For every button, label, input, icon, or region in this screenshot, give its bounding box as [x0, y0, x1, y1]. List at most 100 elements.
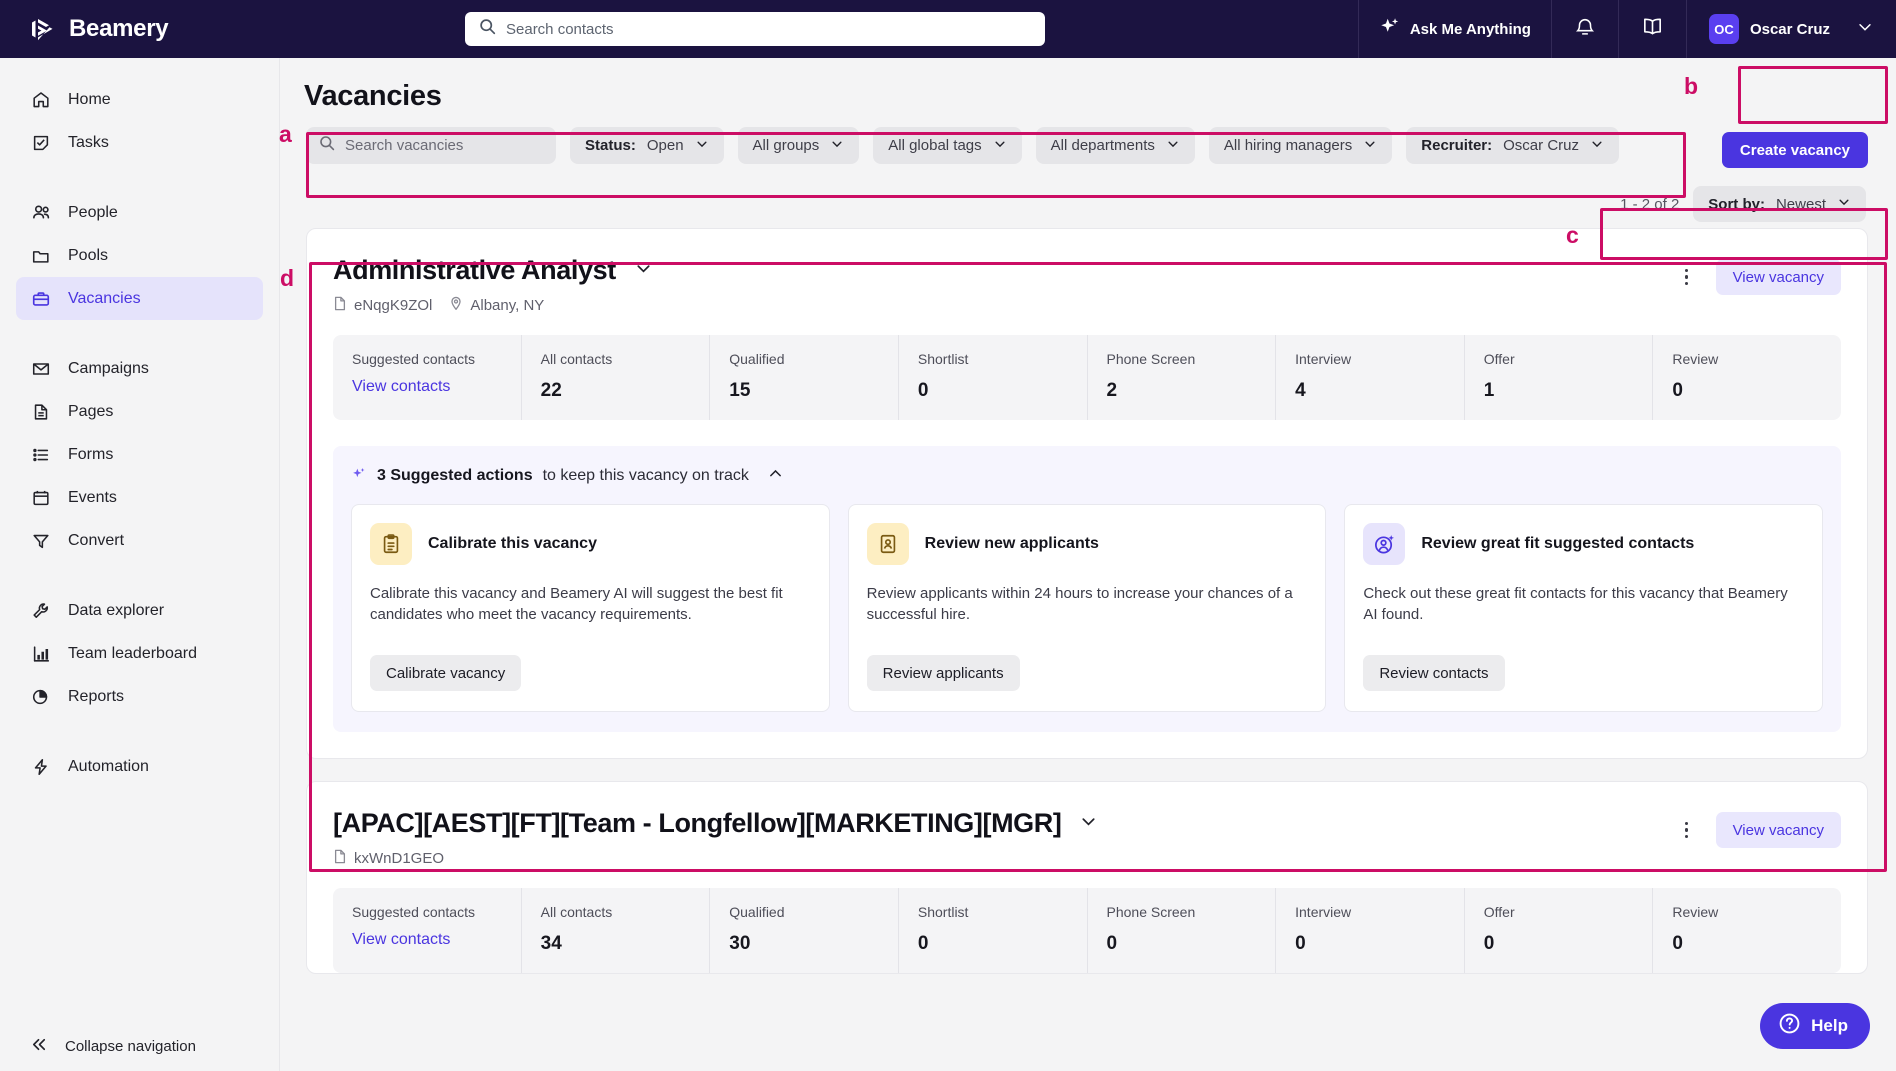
stat-all-contacts: All contacts 22: [522, 335, 711, 420]
vacancy-more-options-button[interactable]: [1674, 817, 1700, 843]
sidebar-item-pools[interactable]: Pools: [16, 234, 263, 277]
vacancy-stats-row: Suggested contacts View contacts All con…: [333, 888, 1841, 973]
review-contacts-button[interactable]: Review contacts: [1363, 655, 1505, 691]
stat-suggested-contacts: Suggested contacts View contacts: [333, 888, 522, 973]
sidebar-group-divider: [0, 562, 279, 589]
sort-by-dropdown[interactable]: Sort by: Newest: [1693, 186, 1866, 222]
sidebar-item-home[interactable]: Home: [16, 78, 263, 121]
sidebar-item-label: Events: [68, 488, 117, 506]
vacancy-title[interactable]: [APAC][AEST][FT][Team - Longfellow][MARK…: [333, 808, 1062, 839]
list-icon: [30, 444, 52, 466]
create-vacancy-button[interactable]: Create vacancy: [1721, 132, 1868, 168]
sidebar-item-campaigns[interactable]: Campaigns: [16, 347, 263, 390]
chevron-down-icon[interactable]: [1079, 812, 1098, 836]
sidebar-item-automation[interactable]: Automation: [16, 745, 263, 788]
stat-value: 0: [1106, 933, 1118, 954]
sidebar-item-reports[interactable]: Reports: [16, 675, 263, 718]
vacancy-title[interactable]: Administrative Analyst: [333, 255, 616, 286]
stat-label: Qualified: [729, 904, 785, 920]
search-vacancies-box[interactable]: [306, 127, 556, 164]
filter-bar: Status: Open All groups All global tags: [280, 113, 1896, 180]
filter-departments-value: All departments: [1050, 137, 1155, 154]
filter-status-value: Open: [646, 137, 684, 154]
stat-value: 15: [729, 380, 751, 401]
sidebar-item-vacancies[interactable]: Vacancies: [16, 277, 263, 320]
stat-offer: Offer 0: [1465, 888, 1654, 973]
filter-recruiter[interactable]: Recruiter: Oscar Cruz: [1406, 127, 1619, 164]
stat-suggested-contacts: Suggested contacts View contacts: [333, 335, 522, 420]
sidebar-item-pages[interactable]: Pages: [16, 390, 263, 433]
user-menu-caret[interactable]: [1846, 0, 1896, 58]
great-fit-contact-icon: [1363, 523, 1406, 565]
review-applicants-button[interactable]: Review applicants: [866, 655, 1020, 691]
chevron-down-icon: [695, 137, 709, 155]
sidebar-item-label: Team leaderboard: [68, 644, 197, 662]
beamery-logo-icon: [28, 14, 58, 44]
stat-label: Interview: [1295, 904, 1352, 920]
stat-shortlist: Shortlist 0: [899, 335, 1088, 420]
filter-departments[interactable]: All departments: [1035, 127, 1195, 164]
filter-groups[interactable]: All groups: [737, 127, 860, 164]
search-vacancies-input[interactable]: [345, 137, 543, 154]
sidebar-item-data-explorer[interactable]: Data explorer: [16, 589, 263, 632]
vacancy-meta: eNqgK9ZOl Albany, NY: [333, 296, 1674, 315]
filter-recruiter-prefix: Recruiter:: [1421, 137, 1493, 154]
stat-label: Offer: [1483, 904, 1515, 920]
global-search-input[interactable]: [506, 20, 1031, 38]
stat-label: Review: [1672, 904, 1719, 920]
view-vacancy-button[interactable]: View vacancy: [1715, 259, 1841, 295]
vacancy-more-options-button[interactable]: [1674, 264, 1700, 290]
stat-value: 1: [1483, 380, 1495, 401]
view-vacancy-button[interactable]: View vacancy: [1715, 812, 1841, 848]
sidebar-item-tasks[interactable]: Tasks: [16, 121, 263, 164]
filter-status[interactable]: Status: Open: [570, 127, 724, 164]
stat-shortlist: Shortlist 0: [899, 888, 1088, 973]
top-navigation-bar: Beamery Ask Me Anything: [0, 0, 1896, 58]
view-contacts-link[interactable]: View contacts: [352, 378, 521, 396]
suggested-action-body: Calibrate this vacancy and Beamery AI wi…: [370, 585, 783, 624]
suggested-actions-panel: 3 Suggested actions to keep this vacancy…: [333, 446, 1841, 732]
chevron-down-icon: [1856, 18, 1874, 41]
search-icon: [319, 135, 335, 156]
stat-label: Suggested contacts: [352, 351, 475, 367]
chevron-down-icon: [830, 137, 844, 155]
sidebar-item-label: People: [68, 203, 118, 221]
vacancy-header-actions: View vacancy: [1674, 808, 1841, 848]
stat-label: Phone Screen: [1106, 351, 1196, 367]
bell-icon: [1574, 16, 1596, 43]
calibrate-vacancy-button[interactable]: Calibrate vacancy: [370, 655, 522, 691]
suggested-action-body: Check out these great fit contacts for t…: [1363, 585, 1788, 624]
view-contacts-link[interactable]: View contacts: [352, 931, 521, 949]
ask-me-anything-button[interactable]: Ask Me Anything: [1359, 0, 1551, 58]
sidebar-item-events[interactable]: Events: [16, 476, 263, 519]
tasks-icon: [30, 132, 52, 154]
sidebar-item-team-leaderboard[interactable]: Team leaderboard: [16, 632, 263, 675]
book-icon: [1641, 15, 1664, 43]
notifications-button[interactable]: [1552, 0, 1618, 58]
chevron-down-icon[interactable]: [634, 259, 653, 283]
sidebar-item-forms[interactable]: Forms: [16, 433, 263, 476]
location-pin-icon: [449, 296, 463, 315]
knowledge-base-button[interactable]: [1619, 0, 1686, 58]
sidebar-item-label: Data explorer: [68, 601, 165, 619]
chevron-up-icon[interactable]: [767, 465, 784, 487]
filter-global-tags[interactable]: All global tags: [873, 127, 1022, 164]
stat-interview: Interview 4: [1276, 335, 1465, 420]
filter-hiring-managers[interactable]: All hiring managers: [1208, 127, 1393, 164]
suggested-action-card: Review new applicants Review applicants …: [847, 504, 1327, 712]
user-profile-button[interactable]: OC Oscar Cruz: [1687, 0, 1846, 58]
sidebar-item-people[interactable]: People: [16, 191, 263, 234]
collapse-navigation-button[interactable]: Collapse navigation: [0, 1021, 279, 1071]
stat-value: 2: [1106, 380, 1118, 401]
stat-interview: Interview 0: [1276, 888, 1465, 973]
help-button[interactable]: Help: [1760, 1003, 1870, 1049]
stat-label: Phone Screen: [1106, 904, 1196, 920]
stat-label: Shortlist: [917, 904, 969, 920]
chevron-down-icon: [1837, 195, 1851, 213]
suggested-action-title: Calibrate this vacancy: [428, 535, 597, 552]
filter-hiring-managers-value: All hiring managers: [1223, 137, 1353, 154]
brand-logo-area[interactable]: Beamery: [0, 14, 290, 44]
sidebar-item-convert[interactable]: Convert: [16, 519, 263, 562]
global-search-box[interactable]: [465, 12, 1045, 46]
briefcase-icon: [30, 288, 52, 310]
